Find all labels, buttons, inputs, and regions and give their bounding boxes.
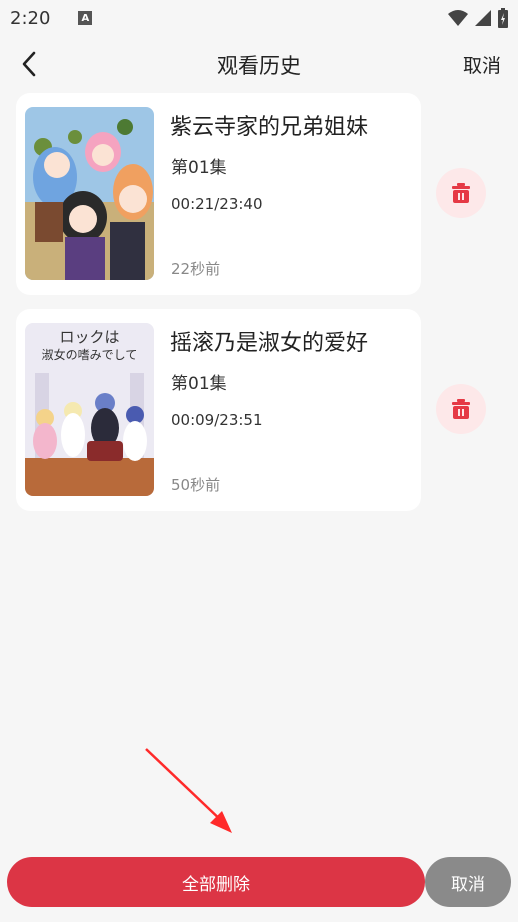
history-progress: 00:09/23:51 bbox=[171, 411, 263, 429]
annotation-arrow-icon bbox=[145, 748, 232, 833]
status-bar: 2:20 A bbox=[0, 0, 518, 36]
poster-title-line-2: 淑女の嗜みでして bbox=[41, 348, 138, 362]
history-time-ago: 22秒前 bbox=[171, 260, 221, 278]
signal-icon bbox=[475, 10, 491, 26]
history-episode: 第01集 bbox=[171, 374, 227, 394]
battery-icon bbox=[498, 8, 508, 28]
delete-item-button[interactable] bbox=[436, 384, 486, 434]
top-bar: 观看历史 取消 bbox=[0, 36, 518, 92]
history-progress: 00:21/23:40 bbox=[171, 195, 263, 213]
notification-icon: A bbox=[78, 11, 93, 25]
history-title: 摇滚乃是淑女的爱好 bbox=[170, 331, 369, 356]
history-item[interactable]: 紫云寺家的兄弟姐妹 第01集 00:21/23:40 22秒前 bbox=[16, 93, 421, 295]
trash-icon bbox=[452, 399, 470, 419]
poster-title-line-1: ロックは bbox=[59, 328, 120, 346]
poster-image: ロックは 淑女の嗜みでして bbox=[25, 323, 154, 496]
history-episode: 第01集 bbox=[171, 158, 227, 178]
page-title: 观看历史 bbox=[217, 54, 301, 78]
trash-icon bbox=[452, 183, 470, 203]
cancel-button-bottom[interactable]: 取消 bbox=[425, 857, 511, 907]
history-item[interactable]: ロックは 淑女の嗜みでして 摇滚乃是淑女的爱好 第01集 00:09/23:51… bbox=[16, 309, 421, 511]
delete-item-button[interactable] bbox=[436, 168, 486, 218]
bottom-action-bar: 全部删除 取消 bbox=[0, 856, 518, 908]
history-time-ago: 50秒前 bbox=[171, 476, 221, 494]
poster-image bbox=[25, 107, 154, 280]
delete-all-button[interactable]: 全部删除 bbox=[7, 857, 425, 907]
cancel-button-top[interactable]: 取消 bbox=[463, 51, 501, 78]
status-time: 2:20 bbox=[10, 7, 51, 29]
wifi-icon bbox=[448, 10, 468, 26]
status-icons bbox=[448, 8, 508, 28]
history-title: 紫云寺家的兄弟姐妹 bbox=[170, 115, 369, 140]
